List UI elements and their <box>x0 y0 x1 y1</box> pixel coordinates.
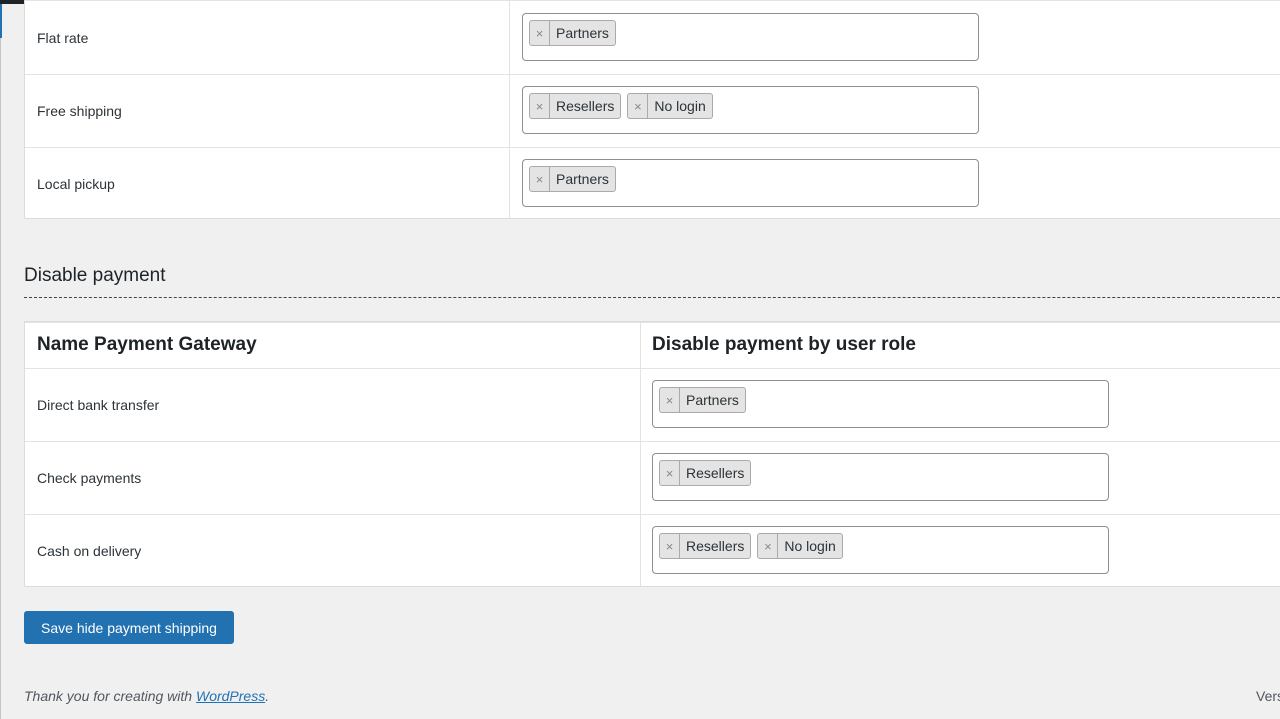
role-chip-label: Partners <box>556 25 609 41</box>
shipping-method-name: Free shipping <box>37 103 122 119</box>
table-row: Flat rate × Partners <box>25 0 1280 74</box>
role-chip: × Partners <box>659 387 746 413</box>
role-select[interactable]: × Partners <box>652 380 1109 428</box>
section-title: Disable payment <box>24 265 166 286</box>
remove-chip-icon[interactable]: × <box>660 461 680 485</box>
version-text: Vers <box>1256 688 1280 704</box>
role-chip: × Partners <box>529 166 616 192</box>
role-chip-label: Resellers <box>686 538 745 554</box>
role-chip-label: No login <box>654 98 706 114</box>
admin-menu-accent <box>0 4 2 38</box>
footer-credit: Thank you for creating with WordPress. <box>24 688 269 704</box>
payment-gateway-name: Cash on delivery <box>37 543 142 559</box>
remove-chip-icon[interactable]: × <box>660 534 680 558</box>
role-select[interactable]: × Resellers × No login <box>652 526 1109 574</box>
payment-gateway-name: Check payments <box>37 470 142 486</box>
remove-chip-icon[interactable]: × <box>660 388 680 412</box>
remove-chip-icon[interactable]: × <box>758 534 779 558</box>
role-chip: × Resellers <box>659 533 752 559</box>
role-chip-label: No login <box>784 538 836 554</box>
role-select[interactable]: × Resellers × No login <box>522 86 979 134</box>
footer-suffix: . <box>265 688 270 704</box>
table-row: Check payments × Resellers <box>25 441 1280 514</box>
role-chip: × Resellers <box>659 460 752 486</box>
admin-menu-edge <box>0 4 1 719</box>
role-chip-label: Resellers <box>686 465 745 481</box>
column-header-role: Disable payment by user role <box>652 334 916 355</box>
remove-chip-icon[interactable]: × <box>530 167 550 191</box>
role-chip-label: Resellers <box>556 98 615 114</box>
table-row: Local pickup × Partners <box>25 147 1280 220</box>
role-select[interactable]: × Partners <box>522 13 979 61</box>
column-header-gateway-name: Name Payment Gateway <box>37 334 257 355</box>
section-divider <box>24 297 1280 298</box>
role-chip: × No login <box>757 533 843 559</box>
role-chip: × No login <box>627 93 713 119</box>
table-row: Free shipping × Resellers × No login <box>25 74 1280 147</box>
save-button[interactable]: Save hide payment shipping <box>24 611 234 644</box>
role-chip-label: Partners <box>556 171 609 187</box>
role-select[interactable]: × Resellers <box>652 453 1109 501</box>
remove-chip-icon[interactable]: × <box>628 94 649 118</box>
wordpress-link[interactable]: WordPress <box>196 688 265 704</box>
footer-prefix: Thank you for creating with <box>24 688 196 704</box>
role-chip: × Partners <box>529 20 616 46</box>
payment-gateway-name: Direct bank transfer <box>37 397 160 413</box>
remove-chip-icon[interactable]: × <box>530 94 550 118</box>
role-select[interactable]: × Partners <box>522 159 979 207</box>
role-chip: × Resellers <box>529 93 622 119</box>
role-chip-label: Partners <box>686 392 739 408</box>
shipping-methods-table: Flat rate × Partners Free shipping × Res… <box>24 0 1280 219</box>
payment-gateways-table: Direct bank transfer × Partners Check pa… <box>24 321 1280 587</box>
remove-chip-icon[interactable]: × <box>530 21 550 45</box>
table-row: Cash on delivery × Resellers × No login <box>25 514 1280 587</box>
shipping-method-name: Local pickup <box>37 176 115 192</box>
shipping-method-name: Flat rate <box>37 30 89 46</box>
table-row: Direct bank transfer × Partners <box>25 368 1280 441</box>
